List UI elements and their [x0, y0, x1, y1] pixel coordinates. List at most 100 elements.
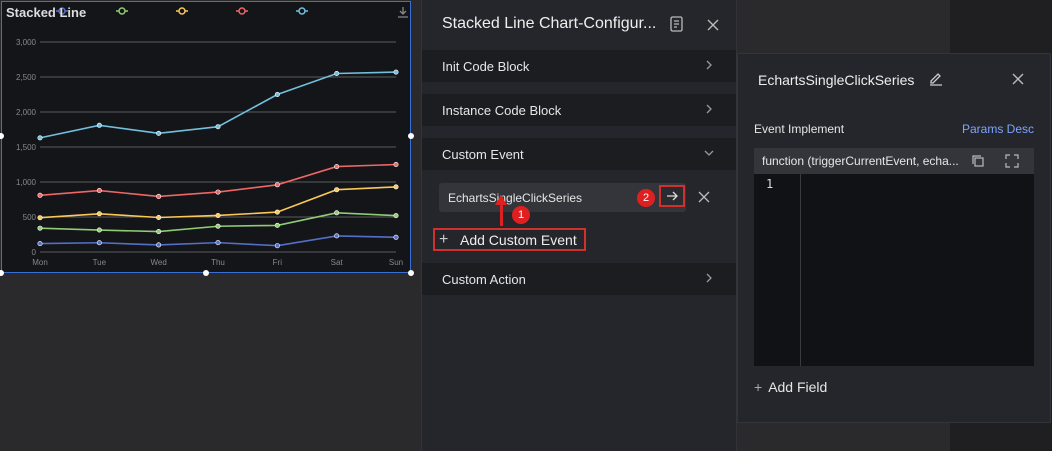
chevron-right-icon — [702, 102, 716, 116]
section-custom-event[interactable]: Custom Event — [422, 138, 736, 170]
open-event-button[interactable] — [659, 185, 685, 207]
data-point — [215, 223, 221, 229]
close-icon[interactable] — [705, 17, 721, 33]
data-point — [96, 188, 102, 194]
data-point — [37, 135, 43, 141]
add-custom-event-button[interactable]: + Add Custom Event — [433, 228, 586, 251]
data-point — [274, 209, 280, 215]
data-point — [156, 229, 162, 235]
event-title: EchartsSingleClickSeries — [758, 72, 915, 88]
annotation-badge-1: 1 — [512, 206, 530, 224]
data-point — [393, 69, 399, 75]
data-point — [215, 189, 221, 195]
chart-title: Stacked Line — [6, 5, 87, 20]
event-detail-panel: EchartsSingleClickSeries Event Implement… — [737, 53, 1051, 423]
data-point — [334, 71, 340, 77]
data-point — [37, 192, 43, 198]
data-point — [96, 240, 102, 246]
data-point — [215, 124, 221, 130]
y-tick-label: 1,000 — [16, 178, 37, 187]
data-point — [215, 212, 221, 218]
x-tick-label: Sat — [331, 258, 344, 267]
resize-handle-bottom[interactable] — [203, 270, 209, 276]
legend-marker — [118, 7, 126, 15]
data-point — [274, 243, 280, 249]
y-tick-label: 0 — [32, 248, 37, 257]
copy-icon[interactable] — [971, 154, 985, 168]
section-init-code-block[interactable]: Init Code Block — [422, 50, 736, 82]
x-tick-label: Sun — [389, 258, 403, 267]
data-point — [274, 92, 280, 98]
download-icon[interactable] — [396, 5, 410, 19]
remove-event-icon[interactable] — [697, 190, 711, 204]
add-custom-event-label: Add Custom Event — [460, 232, 577, 248]
x-tick-label: Mon — [32, 258, 48, 267]
section-label: Custom Action — [442, 272, 526, 287]
data-point — [156, 130, 162, 136]
data-point — [393, 162, 399, 168]
x-tick-label: Thu — [211, 258, 225, 267]
code-signature-bar: function (triggerCurrentEvent, echa... — [754, 148, 1034, 174]
data-point — [96, 227, 102, 233]
annotation-badge-2: 2 — [637, 189, 655, 207]
document-icon[interactable] — [668, 15, 686, 33]
stacked-line-chart-widget[interactable]: 0 500 1,000 1,500 2,000 2,500 3,000 Mon Tue Wed Th… — [1, 1, 411, 273]
x-tick-label: Wed — [151, 258, 167, 267]
panel-title: Stacked Line Chart-Configur... — [442, 15, 657, 32]
section-custom-action[interactable]: Custom Action — [422, 263, 736, 295]
section-label: Instance Code Block — [442, 103, 562, 118]
data-point — [334, 210, 340, 216]
data-point — [37, 225, 43, 231]
legend-marker — [178, 7, 186, 15]
data-point — [334, 233, 340, 239]
y-tick-label: 2,500 — [16, 73, 37, 82]
resize-handle-bottom-right[interactable] — [408, 270, 414, 276]
params-desc-link[interactable]: Params Desc — [962, 122, 1034, 136]
edit-icon[interactable] — [928, 71, 944, 87]
data-point — [156, 242, 162, 248]
code-editor[interactable]: 1 — [754, 174, 1034, 366]
y-tick-label: 3,000 — [16, 38, 37, 47]
data-point — [37, 241, 43, 247]
data-point — [37, 215, 43, 221]
data-point — [96, 122, 102, 128]
x-tick-label: Tue — [93, 258, 107, 267]
panel-header: Stacked Line Chart-Configur... — [422, 0, 736, 50]
data-point — [96, 211, 102, 217]
legend-marker — [298, 7, 306, 15]
close-icon[interactable] — [1010, 71, 1026, 87]
chevron-right-icon — [702, 58, 716, 72]
y-tick-label: 2,000 — [16, 108, 37, 117]
data-point — [156, 214, 162, 220]
data-point — [274, 222, 280, 228]
custom-event-name: EchartsSingleClickSeries — [448, 191, 583, 205]
section-label: Custom Event — [442, 147, 524, 162]
function-signature: function (triggerCurrentEvent, echa... — [762, 154, 959, 168]
data-point — [393, 213, 399, 219]
plus-icon: + — [439, 231, 449, 248]
chart-plot: 0 500 1,000 1,500 2,000 2,500 3,000 Mon Tue Wed Th… — [16, 7, 403, 267]
data-point — [274, 182, 280, 188]
configuration-panel: Stacked Line Chart-Configur... Init Code… — [421, 0, 737, 451]
annotation-arrow-stem — [500, 204, 503, 226]
y-tick-label: 500 — [23, 213, 37, 222]
data-point — [156, 193, 162, 199]
fullscreen-icon[interactable] — [1005, 154, 1019, 168]
data-point — [393, 234, 399, 240]
section-instance-code-block[interactable]: Instance Code Block — [422, 94, 736, 126]
chevron-down-icon — [702, 146, 716, 160]
line-gutter: 1 — [754, 174, 801, 366]
data-point — [334, 187, 340, 193]
data-point — [393, 184, 399, 190]
section-label: Init Code Block — [442, 59, 530, 74]
line-number: 1 — [766, 177, 774, 191]
add-field-button[interactable]: + Add Field — [754, 379, 827, 395]
arrow-right-icon — [667, 191, 678, 201]
x-tick-label: Fri — [273, 258, 283, 267]
event-implement-label: Event Implement — [754, 122, 845, 136]
chevron-right-icon — [702, 271, 716, 285]
add-field-label: Add Field — [768, 379, 828, 395]
data-point — [334, 164, 340, 170]
resize-handle-right[interactable] — [408, 133, 414, 139]
y-tick-label: 1,500 — [16, 143, 37, 152]
